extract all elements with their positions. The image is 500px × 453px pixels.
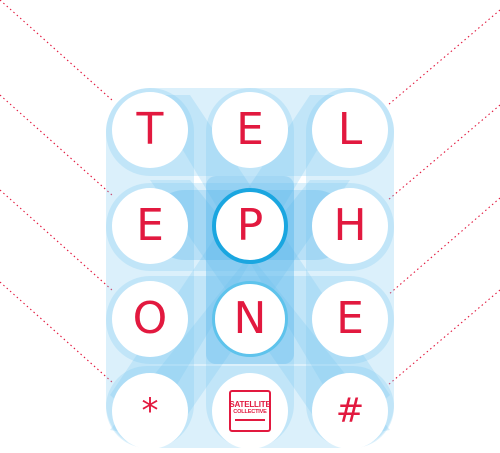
key-label: E [336,293,364,344]
satellite-collective-logo: SATELLITE COLLECTIVE [229,390,271,432]
key-P: P [212,188,288,264]
key-hash: # [312,373,388,449]
key-E-middle: E [112,188,188,264]
key-label: L [337,104,363,155]
key-star: * [112,373,188,449]
dotted-lines-right [387,9,500,386]
key-E-bottom: E [312,281,388,357]
key-logo: SATELLITE COLLECTIVE [212,373,288,449]
key-N: N [212,281,288,357]
key-label: P [236,200,264,251]
key-label: E [236,104,264,155]
key-label: E [136,200,164,251]
logo-line-1: SATELLITE [229,400,271,410]
logo-underline [235,419,265,421]
logo-line-2: COLLECTIVE [233,409,267,416]
hash-symbol: # [335,391,365,431]
key-label: T [136,104,164,155]
star-symbol: * [141,391,159,431]
dotted-lines-left [0,0,113,383]
telephone-keypad-artwork: T E L E P H O N E * SATELLITE COLLECTIVE… [0,0,500,453]
key-label: N [233,293,267,344]
key-T: T [112,92,188,168]
key-L: L [312,92,388,168]
key-H: H [312,188,388,264]
key-label: H [333,200,367,251]
key-E-top: E [212,92,288,168]
key-O: O [112,281,188,357]
key-label: O [132,293,168,344]
